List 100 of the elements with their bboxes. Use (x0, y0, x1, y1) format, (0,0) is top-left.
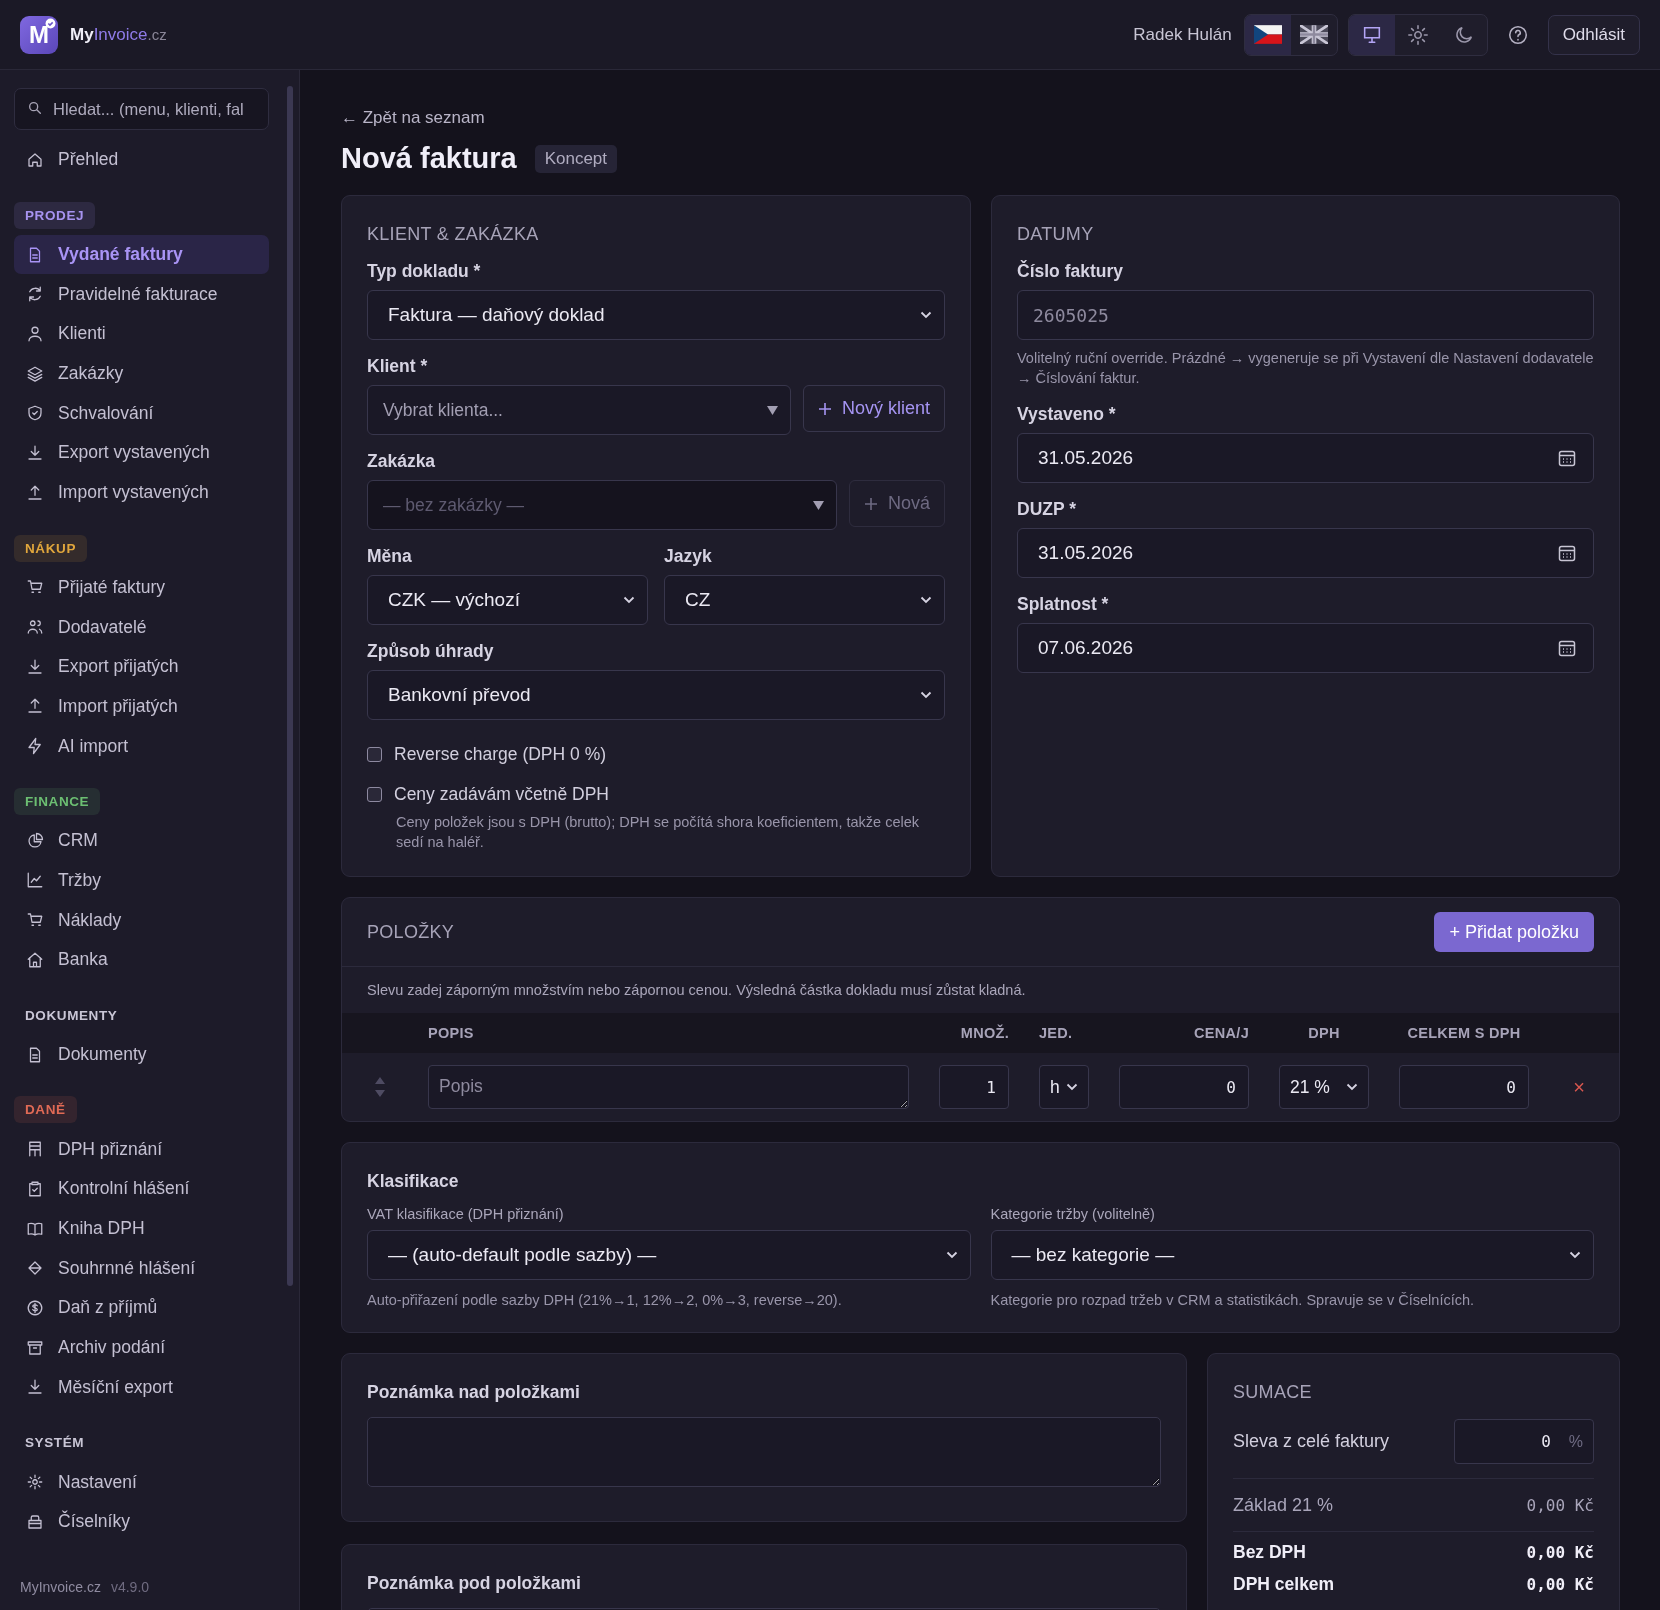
summary-label: Základ 21 % (1233, 1494, 1334, 1516)
summary-value: 0,00 Kč (1526, 1495, 1594, 1515)
nav-item[interactable]: Souhrnné hlášení (14, 1248, 269, 1289)
nav-item[interactable]: AI import (14, 726, 269, 766)
shield-icon (26, 404, 44, 423)
date-field[interactable]: 07.06.2026 (1017, 623, 1594, 673)
search-field[interactable]: Hledat... (menu, klienti, fal (14, 88, 269, 130)
language-button[interactable] (1244, 14, 1291, 55)
section-heading: DANĚ (14, 1096, 77, 1124)
nav-item[interactable]: Přijaté faktury (14, 567, 269, 608)
nav-item[interactable]: Pravidelné fakturace (14, 274, 269, 315)
nav-item[interactable]: Daň z příjmů (14, 1288, 269, 1328)
field-label: Poznámka pod položkami (367, 1573, 582, 1594)
date-field[interactable]: 31.05.2026 (1017, 528, 1594, 578)
select-field[interactable]: — (auto-default podle sazby) — (367, 1230, 971, 1280)
add-item-button[interactable]: + Přidat položku (1434, 912, 1594, 952)
lock-icon (26, 1512, 44, 1531)
column-header: DPH (1307, 1025, 1341, 1041)
nav-item[interactable]: Číselníky (14, 1501, 269, 1542)
nav-item[interactable]: Banka (14, 940, 269, 980)
help-icon (1506, 23, 1529, 46)
nav-item[interactable]: Export přijatých (14, 646, 269, 687)
total-field[interactable]: 0 (1399, 1065, 1529, 1109)
hint-text: Auto-přiřazení podle sazby DPH (21%→1, 12%→2, 0%→3, reverse→20). (367, 1291, 843, 1310)
nav-item[interactable]: Tržby (14, 860, 269, 901)
nav-item[interactable]: Nastavení (14, 1462, 269, 1502)
checkbox-label: Ceny zadávám včetně DPH (394, 783, 609, 805)
nav-item[interactable]: Zakázky (14, 353, 269, 394)
section-heading: SYSTÉM (24, 1434, 86, 1453)
vat-select[interactable]: 21 % (1279, 1065, 1369, 1109)
nav-item[interactable]: Klienti (14, 314, 269, 354)
nav-item[interactable]: DPH přiznání (14, 1129, 269, 1170)
note-field[interactable] (367, 1417, 1161, 1487)
client-select[interactable]: Vybrat klienta... (367, 385, 791, 435)
card-heading: Klasifikace (367, 1171, 460, 1192)
nav-item[interactable]: Import přijatých (14, 686, 269, 727)
nav-item[interactable]: Měsíční export (14, 1367, 269, 1408)
nav-item[interactable]: Kniha DPH (14, 1208, 269, 1249)
pie-chart-icon (26, 831, 44, 850)
field-label: Způsob úhrady (367, 641, 495, 662)
field-label: Splatnost * (1017, 594, 1110, 615)
house-icon (26, 950, 44, 969)
field-label: Typ dokladu * (367, 261, 482, 282)
section-heading: NÁKUP (14, 534, 87, 562)
new-client-button[interactable]: Nový klient (802, 385, 945, 432)
select-field[interactable]: CZK — výchozí (367, 575, 648, 625)
nav-item[interactable]: Archiv podání (14, 1327, 269, 1368)
nav-item[interactable]: Import vystavených (14, 472, 269, 513)
invoice-number-field[interactable]: 2605025 (1017, 290, 1594, 340)
field-label: DUZP * (1017, 499, 1077, 520)
logout-button[interactable]: Odhlásit (1547, 14, 1640, 55)
quantity-field[interactable]: 1 (939, 1065, 1009, 1109)
column-header: POPIS (428, 1025, 475, 1041)
discount-field[interactable]: 0 % (1454, 1419, 1594, 1464)
checkbox[interactable] (367, 746, 382, 762)
chevron-icon (920, 311, 932, 319)
users-icon (26, 618, 44, 637)
download-icon (26, 1378, 44, 1397)
field-label: Poznámka nad položkami (367, 1382, 581, 1403)
chevron-icon (920, 596, 932, 604)
nav-item[interactable]: Dodavatelé (14, 607, 269, 647)
field-label: Jazyk (664, 546, 713, 567)
section-heading: FINANCE (14, 787, 101, 815)
summary-label: DPH celkem (1233, 1573, 1335, 1595)
card-heading: POLOŽKY (367, 921, 455, 943)
description-field[interactable]: Popis (428, 1065, 909, 1109)
date-field[interactable]: 31.05.2026 (1017, 433, 1594, 483)
field-label: Měna (367, 546, 413, 567)
select-field[interactable]: CZ (664, 575, 945, 625)
unit-select[interactable]: h (1039, 1065, 1089, 1109)
back-link[interactable]: ← Zpět na seznam (341, 108, 485, 128)
settings-icon (26, 1473, 44, 1492)
select-field[interactable]: — bez kategorie — (990, 1230, 1594, 1280)
british-flag-icon (1299, 25, 1328, 44)
remove-button[interactable]: × (1567, 1075, 1591, 1099)
card-heading: SUMACE (1233, 1382, 1313, 1403)
version-label: v4.9.0 (110, 1579, 150, 1595)
chevron-icon (1569, 1251, 1581, 1259)
select-field[interactable]: Faktura — daňový doklad (367, 290, 945, 340)
dollar-icon (26, 1298, 44, 1317)
nav-item[interactable]: Náklady (14, 900, 269, 940)
nav-item[interactable]: Dokumenty (14, 1034, 269, 1075)
select-field[interactable]: Bankovní převod (367, 670, 945, 720)
nav-item[interactable]: Vydané faktury (14, 234, 269, 275)
checkbox[interactable] (367, 786, 382, 802)
nav-item[interactable]: Kontrolní hlášení (14, 1169, 269, 1209)
unit-label: % (1568, 1432, 1583, 1451)
theme-button[interactable] (1348, 14, 1395, 55)
nav-item[interactable]: Export vystavených (14, 433, 269, 473)
chevron-icon (1346, 1083, 1358, 1091)
column-header: JED. (1039, 1025, 1074, 1041)
field-label: Klient * (367, 356, 429, 377)
nav-item[interactable]: Přehled (14, 140, 269, 180)
price-field[interactable]: 0 (1119, 1065, 1249, 1109)
brand-name: MyInvoice.cz (70, 24, 167, 45)
nav-item[interactable]: Schvalování (14, 393, 269, 434)
plus-icon (817, 401, 832, 416)
nav-item[interactable]: CRM (14, 820, 269, 861)
discount-value: 0 (1541, 1432, 1551, 1451)
checkbox-label: Reverse charge (DPH 0 %) (394, 743, 607, 765)
